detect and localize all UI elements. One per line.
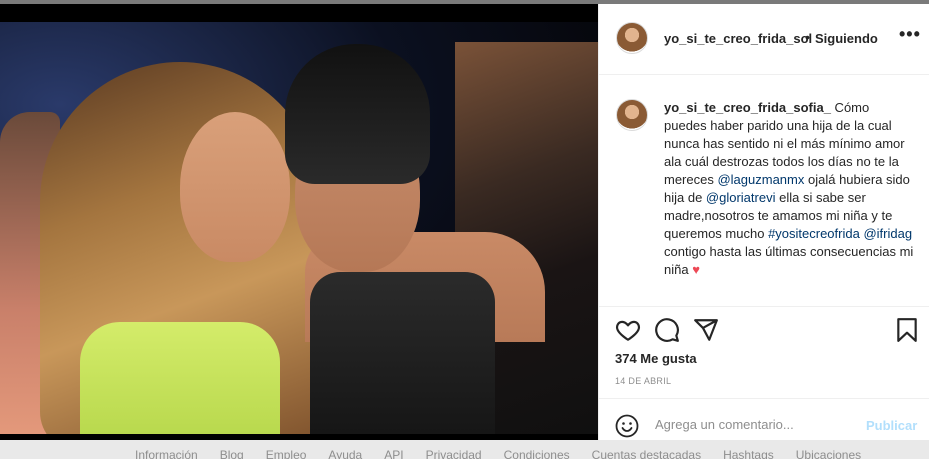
smiley-icon[interactable] [615,414,639,438]
footer-link[interactable]: Hashtags [723,448,774,459]
like-count[interactable]: 374 Me gusta [615,351,697,366]
footer-link[interactable]: Empleo [266,448,307,459]
mention-link[interactable]: @ifridag [863,226,912,241]
comment-input[interactable] [655,417,845,432]
post-actions [615,317,920,343]
divider [599,398,929,399]
footer-link[interactable]: Blog [220,448,244,459]
hashtag-link[interactable]: #yositecreofrida [768,226,860,241]
red-heart-emoji: ♥ [692,262,700,277]
avatar[interactable] [616,22,648,54]
woman-left-face [180,112,290,262]
comment-icon[interactable] [654,317,680,343]
caption-text: contigo hasta las últimas consecuencias … [664,244,914,277]
post-photo[interactable] [0,22,598,434]
footer-link[interactable]: Información [135,448,198,459]
post-header: yo_si_te_creo_frida_sol • Siguiendo ••• [599,4,929,75]
woman-right-dress [310,272,495,434]
mention-link[interactable]: @gloriatrevi [706,190,776,205]
footer-link[interactable]: Condiciones [504,448,570,459]
send-icon[interactable] [693,317,719,343]
page-footer: Información Blog Empleo Ayuda API Privacidad C… [0,440,929,459]
post-sidebar: yo_si_te_creo_frida_sol • Siguiendo ••• … [598,4,929,440]
publish-button[interactable]: Publicar [866,418,917,433]
footer-link[interactable]: API [384,448,403,459]
heart-icon[interactable] [615,317,641,343]
more-options-icon[interactable]: ••• [899,24,921,45]
post-date: 14 DE ABRIL [615,376,672,386]
woman-left-top [80,322,280,434]
footer-link[interactable]: Cuentas destacadas [592,448,701,459]
following-button[interactable]: Siguiendo [815,31,878,46]
post-username[interactable]: yo_si_te_creo_frida_sol [664,31,812,46]
caption-avatar[interactable] [616,99,648,131]
mention-link[interactable]: @laguzmanmx [717,172,804,187]
footer-link[interactable]: Ayuda [328,448,362,459]
footer-link[interactable]: Ubicaciones [796,448,861,459]
bookmark-icon[interactable] [894,317,920,343]
footer-link[interactable]: Privacidad [426,448,482,459]
separator-dot: • [805,29,810,45]
caption-username[interactable]: yo_si_te_creo_frida_sofia_ [664,100,831,115]
woman-right-hair [285,44,430,184]
footer-links: Información Blog Empleo Ayuda API Privacidad C… [135,448,861,459]
post-caption: yo_si_te_creo_frida_sofia_ Cómo puedes h… [664,99,914,279]
divider [599,306,929,307]
